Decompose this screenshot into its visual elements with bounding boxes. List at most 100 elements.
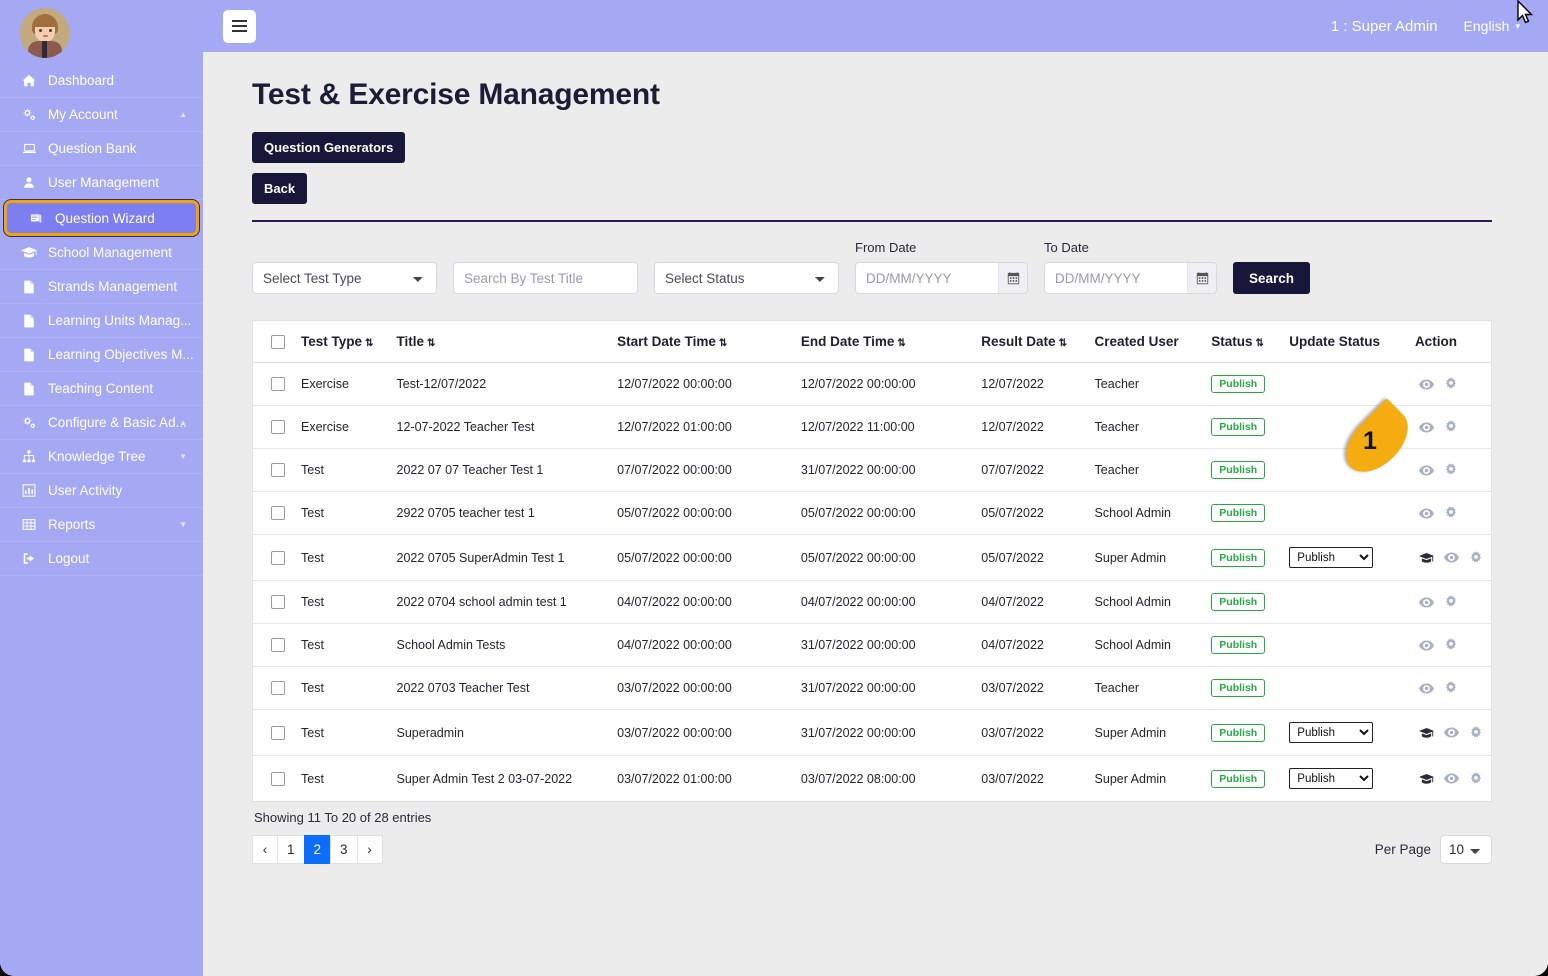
- row-checkbox[interactable]: [271, 638, 285, 652]
- eye-icon[interactable]: [1418, 464, 1434, 477]
- column-header-title[interactable]: Title ⇅: [388, 321, 610, 363]
- update-status-select[interactable]: PublishUnpublish: [1289, 547, 1374, 568]
- update-status-select[interactable]: PublishUnpublish: [1289, 768, 1374, 789]
- sidebar-item-reports[interactable]: Reports ▼: [0, 508, 203, 542]
- table-row: Test 2022 0705 SuperAdmin Test 1 05/07/202…: [253, 534, 1491, 581]
- gear-icon[interactable]: [1444, 506, 1458, 520]
- sidebar-item-configure-basic-ad[interactable]: Configure & Basic Ad... ▲: [0, 406, 203, 440]
- sidebar-item-learning-units-manag[interactable]: Learning Units Manag...: [0, 304, 203, 338]
- graduation-cap-icon[interactable]: [1418, 552, 1434, 564]
- sidebar-item-knowledge-tree[interactable]: Knowledge Tree ▼: [0, 440, 203, 474]
- row-checkbox[interactable]: [271, 420, 285, 434]
- column-header-result-date[interactable]: Result Date ⇅: [973, 321, 1087, 363]
- to-date-input[interactable]: [1044, 262, 1187, 294]
- sidebar-item-label: Learning Units Manag...: [48, 313, 192, 328]
- gear-icon[interactable]: [1469, 771, 1483, 786]
- eye-icon[interactable]: [1418, 421, 1434, 434]
- action-cell: [1406, 709, 1491, 756]
- gear-icon[interactable]: [1444, 595, 1458, 609]
- eye-icon[interactable]: [1418, 596, 1434, 609]
- language-selector[interactable]: English ▾: [1464, 18, 1520, 34]
- select-status[interactable]: Select StatusPublishUnpublish: [654, 262, 839, 294]
- table-header-row: Test Type ⇅ Title ⇅ Start Date Time ⇅ End Date…: [253, 321, 1491, 363]
- row-checkbox[interactable]: [271, 377, 285, 391]
- eye-icon[interactable]: [1418, 507, 1434, 520]
- gear-icon[interactable]: [1444, 377, 1458, 391]
- to-date-calendar-icon[interactable]: [1187, 262, 1217, 294]
- search-by-test-title-input[interactable]: [453, 262, 638, 294]
- from-date-calendar-icon[interactable]: [998, 262, 1028, 294]
- row-select-cell: [253, 534, 293, 581]
- sort-icon[interactable]: ⇅: [365, 338, 374, 349]
- column-header-test-type[interactable]: Test Type ⇅: [293, 321, 389, 363]
- status-cell: Publish: [1203, 623, 1282, 667]
- search-button[interactable]: Search: [1233, 262, 1311, 294]
- pagination-page-2[interactable]: 2: [303, 835, 332, 864]
- eye-icon[interactable]: [1418, 378, 1434, 391]
- sidebar-item-user-management[interactable]: User Management: [0, 166, 203, 200]
- graduation-cap-icon[interactable]: [1418, 727, 1434, 739]
- gear-icon[interactable]: [1469, 725, 1483, 740]
- sidebar-item-my-account[interactable]: My Account ▲: [0, 98, 203, 132]
- hamburger-menu-icon[interactable]: [223, 9, 256, 43]
- gear-icon[interactable]: [1444, 681, 1458, 695]
- sidebar-item-school-management[interactable]: School Management: [0, 236, 203, 270]
- status-badge: Publish: [1211, 504, 1266, 522]
- pagination-next[interactable]: ›: [356, 835, 383, 864]
- gear-icon[interactable]: [1444, 463, 1458, 477]
- update-status-cell: [1281, 448, 1407, 492]
- sidebar-item-logout[interactable]: Logout: [0, 542, 203, 576]
- filter-bar: Select Test TypeTestExercise Select Stat…: [252, 240, 1492, 294]
- sidebar-item-learning-objectives-m[interactable]: Learning Objectives M...: [0, 338, 203, 372]
- sort-icon[interactable]: ⇅: [427, 338, 436, 349]
- select-all-checkbox[interactable]: [271, 334, 285, 349]
- eye-icon[interactable]: [1443, 551, 1459, 564]
- pagination-prev[interactable]: ‹: [252, 835, 278, 864]
- row-select-cell: [253, 448, 293, 492]
- row-checkbox[interactable]: [271, 506, 285, 520]
- eye-icon[interactable]: [1443, 772, 1459, 785]
- pagination-page-3[interactable]: 3: [330, 835, 358, 864]
- sidebar-item-question-bank[interactable]: Question Bank: [0, 132, 203, 166]
- title-cell: 12-07-2022 Teacher Test: [388, 405, 610, 449]
- back-button[interactable]: Back: [252, 173, 308, 204]
- eye-icon[interactable]: [1443, 726, 1459, 739]
- graduation-cap-icon[interactable]: [1418, 773, 1434, 785]
- row-checkbox[interactable]: [271, 725, 285, 740]
- select-test-type[interactable]: Select Test TypeTestExercise: [252, 262, 437, 294]
- row-checkbox[interactable]: [271, 595, 285, 609]
- question-generators-button[interactable]: Question Generators: [252, 132, 406, 163]
- gear-icon[interactable]: [1444, 638, 1458, 652]
- column-header-label: Created User: [1094, 334, 1179, 349]
- sort-icon[interactable]: ⇅: [1256, 338, 1265, 349]
- from-date-input[interactable]: [855, 262, 998, 294]
- row-checkbox[interactable]: [271, 550, 285, 565]
- sort-icon[interactable]: ⇅: [897, 338, 906, 349]
- avatar[interactable]: [20, 8, 70, 58]
- gear-icon[interactable]: [1444, 420, 1458, 434]
- column-header-label: Test Type: [301, 334, 363, 349]
- sidebar-item-strands-management[interactable]: Strands Management: [0, 270, 203, 304]
- update-status-select[interactable]: PublishUnpublish: [1289, 722, 1374, 743]
- sidebar-item-question-wizard[interactable]: Question Wizard: [4, 200, 199, 236]
- sort-icon[interactable]: ⇅: [1059, 338, 1068, 349]
- row-checkbox[interactable]: [271, 681, 285, 695]
- eye-icon[interactable]: [1418, 682, 1434, 695]
- action-cell: [1406, 666, 1491, 710]
- pagination-page-1[interactable]: 1: [277, 835, 305, 864]
- sort-icon[interactable]: ⇅: [719, 338, 728, 349]
- sidebar-item-user-activity[interactable]: User Activity: [0, 474, 203, 508]
- status-badge: Publish: [1211, 418, 1266, 436]
- gear-icon[interactable]: [1469, 550, 1483, 565]
- sidebar-item-teaching-content[interactable]: Teaching Content: [0, 372, 203, 406]
- row-checkbox[interactable]: [271, 463, 285, 477]
- eye-icon[interactable]: [1418, 639, 1434, 652]
- result-date-cell: 05/07/2022: [973, 491, 1087, 535]
- row-checkbox[interactable]: [271, 771, 285, 786]
- sidebar-item-dashboard[interactable]: Dashboard: [0, 64, 203, 98]
- column-header-status[interactable]: Status ⇅: [1203, 321, 1282, 363]
- per-page-select[interactable]: 102550100: [1440, 835, 1492, 864]
- column-header-start-date-time[interactable]: Start Date Time ⇅: [609, 321, 793, 363]
- sidebar-item-label: User Activity: [48, 483, 123, 498]
- column-header-end-date-time[interactable]: End Date Time ⇅: [792, 321, 974, 363]
